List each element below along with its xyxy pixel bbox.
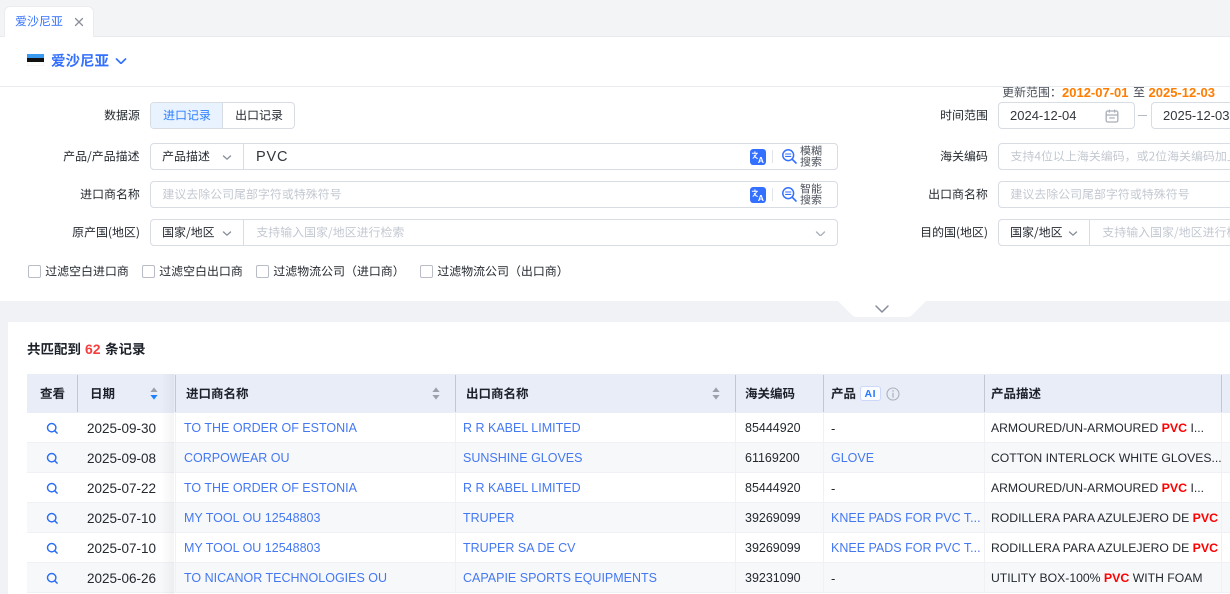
svg-text:A: A	[758, 154, 764, 164]
svg-text:A: A	[758, 192, 764, 202]
